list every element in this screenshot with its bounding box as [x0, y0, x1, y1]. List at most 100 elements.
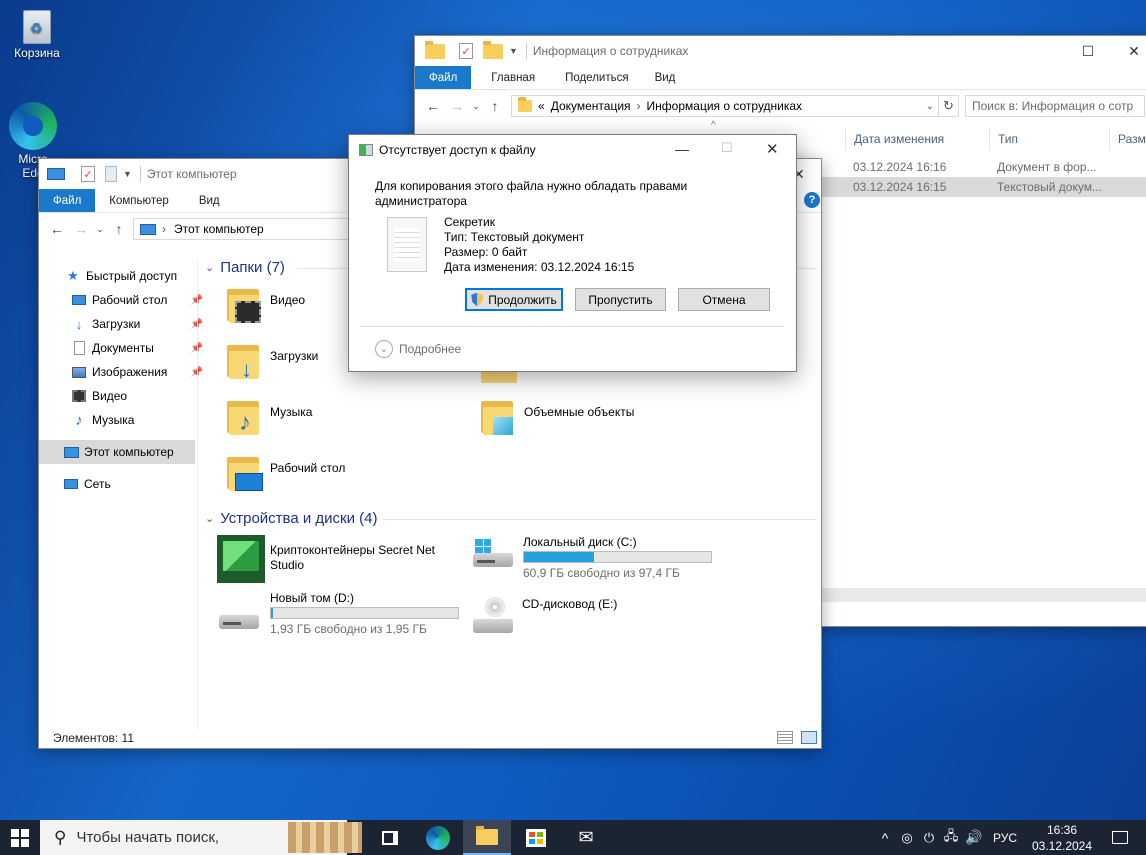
edge-icon [9, 102, 57, 150]
task-view-button[interactable] [366, 820, 414, 855]
breadcrumb-this-pc[interactable]: Этот компьютер [174, 222, 264, 236]
device-label: CD-дисковод (E:) [522, 597, 618, 611]
folder-downloads[interactable]: ↓ Загрузки [223, 343, 318, 382]
notifications-button[interactable] [1100, 820, 1140, 855]
sidebar-item-desktop[interactable]: Рабочий стол 📌 [71, 288, 203, 312]
taskbar-search[interactable]: ⚲ Чтобы начать поиск, [40, 820, 362, 855]
horizontal-scrollbar[interactable] [822, 588, 1146, 602]
device-crypto-containers[interactable]: Криптоконтейнеры Secret Net Studio [217, 535, 435, 583]
chevron-down-icon[interactable]: ⌄ [469, 101, 483, 112]
sidebar-item-video[interactable]: Видео [71, 384, 127, 408]
up-arrow-icon[interactable]: ↑ [107, 221, 131, 237]
folders-section-header[interactable]: ⌄ Папки (7) [205, 259, 285, 276]
chevron-down-icon[interactable]: ▼ [509, 46, 518, 56]
breadcrumb-employee-info[interactable]: Информация о сотрудниках [647, 99, 803, 113]
column-date[interactable]: Дата изменения [845, 128, 989, 150]
folder-3d-objects[interactable]: Объемные объекты [477, 399, 634, 435]
folder-label: Рабочий стол [270, 461, 346, 475]
details-toggle[interactable]: ⌄ Подробнее [375, 340, 461, 358]
title-bar[interactable]: ✓ ▼ Информация о сотрудниках ☐ ✕ [415, 36, 1146, 66]
taskbar-store[interactable] [512, 820, 560, 855]
skip-button[interactable]: Пропустить [575, 288, 666, 311]
download-icon: ↓ [75, 316, 83, 332]
table-row-selected[interactable]: 03.12.2024 16:15 Текстовый докум... [822, 177, 1146, 197]
desktop-icon-recycle-bin[interactable]: ♻ Корзина [0, 4, 74, 60]
sidebar-item-label: Загрузки [92, 317, 141, 331]
forward-arrow-icon[interactable]: → [69, 221, 93, 237]
tab-file[interactable]: Файл [39, 189, 96, 212]
volume-icon[interactable]: 🔊 [962, 829, 986, 846]
sidebar-item-this-pc[interactable]: Этот компьютер [39, 440, 195, 464]
maximize-button[interactable]: ☐ [1065, 36, 1111, 66]
network-tray-icon[interactable]: 🖧 [940, 827, 962, 849]
sidebar-item-network[interactable]: Сеть [63, 472, 111, 496]
back-arrow-icon[interactable]: ← [421, 98, 445, 114]
meet-now-icon[interactable]: ◎ [896, 830, 918, 846]
recycle-bin-icon: ♻ [19, 4, 55, 44]
chevron-up-icon[interactable]: ^ [874, 830, 896, 846]
new-folder-icon[interactable] [483, 40, 503, 59]
tab-file[interactable]: Файл [415, 66, 472, 89]
input-language[interactable]: РУС [990, 831, 1020, 845]
row-type: Текстовый докум... [997, 180, 1102, 194]
devices-section-header[interactable]: ⌄ Устройства и диски (4) [205, 510, 377, 527]
continue-button[interactable]: Продолжить [465, 288, 563, 311]
help-icon[interactable]: ? [804, 192, 820, 208]
sidebar-item-images[interactable]: Изображения 📌 [71, 360, 203, 384]
device-cd-drive-e[interactable]: CD-дисковод (E:) [471, 591, 617, 633]
minimize-button[interactable]: — [675, 141, 689, 157]
sidebar-item-downloads[interactable]: ↓ Загрузки 📌 [71, 312, 203, 336]
details-view-icon[interactable] [777, 731, 793, 744]
sidebar-item-documents[interactable]: Документы 📌 [71, 336, 203, 360]
refresh-button[interactable]: ↻ [939, 95, 959, 117]
power-icon[interactable]: ⏻ [918, 830, 940, 846]
close-button[interactable]: ✕ [1111, 36, 1146, 66]
search-placeholder: Чтобы начать поиск, [76, 829, 220, 846]
sidebar-item-music[interactable]: ♪ Музыка [71, 408, 134, 432]
button-label: Продолжить [488, 292, 557, 307]
taskbar-edge[interactable] [414, 820, 462, 855]
folder-music[interactable]: ♪ Музыка [223, 399, 312, 436]
desktop-icon [71, 292, 87, 308]
folder-desktop[interactable]: Рабочий стол [223, 455, 345, 491]
up-arrow-icon[interactable]: ↑ [483, 98, 507, 114]
table-row[interactable]: 03.12.2024 16:16 Документ в фор... [822, 157, 1146, 177]
maximize-button[interactable]: ☐ [721, 140, 733, 156]
column-size[interactable]: Разме [1109, 128, 1146, 150]
checklist-icon[interactable]: ✓ [81, 166, 95, 182]
chevron-down-icon[interactable]: ⌄ [926, 101, 934, 112]
address-bar[interactable]: « Документация › Информация о сотрудника… [511, 95, 939, 117]
tab-home[interactable]: Главная [471, 66, 555, 89]
start-button[interactable] [0, 820, 40, 855]
column-type[interactable]: Тип [989, 128, 1109, 150]
chevron-down-icon[interactable]: ⌄ [93, 224, 107, 235]
close-button[interactable]: ✕ [766, 140, 779, 158]
large-icons-view-icon[interactable] [801, 731, 817, 744]
clock-time: 16:36 [1046, 823, 1078, 837]
device-new-volume-d[interactable]: Новый том (D:) 1,93 ГБ свободно из 1,95 … [217, 591, 459, 636]
tab-share[interactable]: Поделиться [555, 66, 639, 89]
taskbar-mail[interactable]: ✉ [562, 820, 610, 855]
folder-video[interactable]: Видео [223, 287, 305, 323]
cancel-button[interactable]: Отмена [678, 288, 770, 311]
checklist-icon[interactable]: ✓ [459, 43, 473, 59]
forward-arrow-icon[interactable]: → [445, 98, 469, 114]
sidebar-item-quick-access[interactable]: ★ Быстрый доступ [65, 264, 177, 288]
tab-computer[interactable]: Компьютер [95, 189, 183, 212]
breadcrumb-overflow[interactable]: « [538, 99, 545, 113]
access-denied-dialog[interactable]: Отсутствует доступ к файлу — ☐ ✕ Для коп… [348, 134, 797, 372]
back-arrow-icon[interactable]: ← [45, 221, 69, 237]
taskbar-explorer[interactable] [463, 820, 511, 855]
video-icon [71, 388, 87, 404]
clock[interactable]: 16:36 03.12.2024 [1030, 822, 1094, 854]
new-document-icon[interactable] [105, 166, 117, 182]
folder-icon [425, 40, 445, 59]
dialog-title-bar[interactable]: Отсутствует доступ к файлу — ☐ ✕ [349, 135, 796, 165]
pane-divider[interactable] [197, 260, 198, 730]
tab-view[interactable]: Вид [183, 189, 236, 212]
device-local-disk-c[interactable]: Локальный диск (C:) 60,9 ГБ свободно из … [471, 535, 712, 580]
search-input[interactable]: Поиск в: Информация о сотр [965, 95, 1145, 117]
tab-view[interactable]: Вид [639, 66, 692, 89]
chevron-down-icon[interactable]: ▼ [123, 169, 132, 179]
breadcrumb-documentation[interactable]: Документация [551, 99, 631, 113]
